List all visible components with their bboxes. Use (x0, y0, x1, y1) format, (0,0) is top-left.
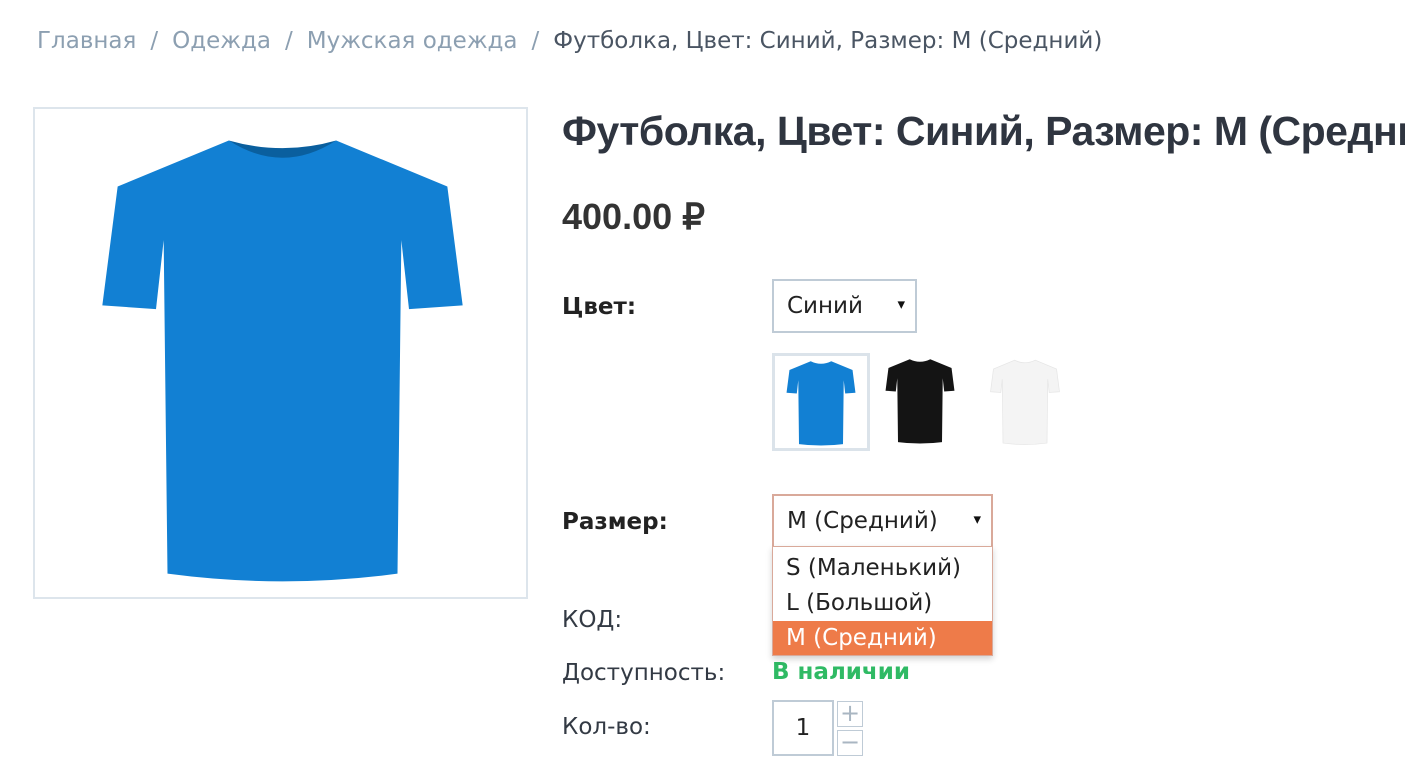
quantity-increase-button[interactable]: + (837, 701, 863, 727)
tshirt-blue-icon (786, 361, 856, 446)
breadcrumb-separator: / (150, 28, 159, 54)
product-price: 400.00 ₽ (562, 196, 706, 237)
color-swatch-blue[interactable] (772, 353, 870, 451)
size-dropdown-list: S (Маленький) L (Большой) M (Средний) (772, 546, 993, 656)
product-main-image[interactable] (33, 107, 528, 599)
breadcrumb-mens-clothing-link[interactable]: Мужская одежда (307, 28, 518, 54)
color-swatch-black[interactable] (871, 353, 969, 451)
tshirt-image (102, 140, 463, 582)
color-swatch-white[interactable] (970, 353, 1068, 451)
sku-label: КОД: (562, 607, 623, 633)
availability-status: В наличии (772, 659, 910, 685)
breadcrumb-current: Футболка, Цвет: Синий, Размер: M (Средни… (553, 28, 1103, 54)
tshirt-black-icon (885, 359, 955, 444)
size-select[interactable]: M (Средний) ▾ (772, 494, 993, 548)
breadcrumb: Главная / Одежда / Мужская одежда / Футболка, … (37, 28, 1102, 54)
breadcrumb-clothing-link[interactable]: Одежда (172, 28, 271, 54)
size-option-l[interactable]: L (Большой) (773, 586, 992, 620)
size-label: Размер: (562, 509, 668, 535)
color-select[interactable]: Синий ▾ (772, 279, 917, 333)
quantity-decrease-button[interactable]: − (837, 730, 863, 756)
breadcrumb-separator: / (531, 28, 540, 54)
size-option-m[interactable]: M (Средний) (773, 621, 992, 655)
color-select-value: Синий (787, 293, 863, 319)
breadcrumb-separator: / (284, 28, 293, 54)
breadcrumb-home-link[interactable]: Главная (37, 28, 136, 54)
chevron-down-icon: ▾ (897, 295, 905, 313)
quantity-input[interactable]: 1 (772, 700, 834, 756)
size-option-s[interactable]: S (Маленький) (773, 551, 992, 585)
size-select-value: M (Средний) (787, 508, 938, 534)
tshirt-white-icon (990, 359, 1060, 445)
quantity-label: Кол-во: (562, 714, 651, 740)
color-label: Цвет: (562, 294, 637, 320)
availability-label: Доступность: (562, 660, 726, 686)
chevron-down-icon: ▾ (973, 510, 981, 528)
product-title: Футболка, Цвет: Синий, Размер: M (Средни… (562, 108, 1405, 154)
